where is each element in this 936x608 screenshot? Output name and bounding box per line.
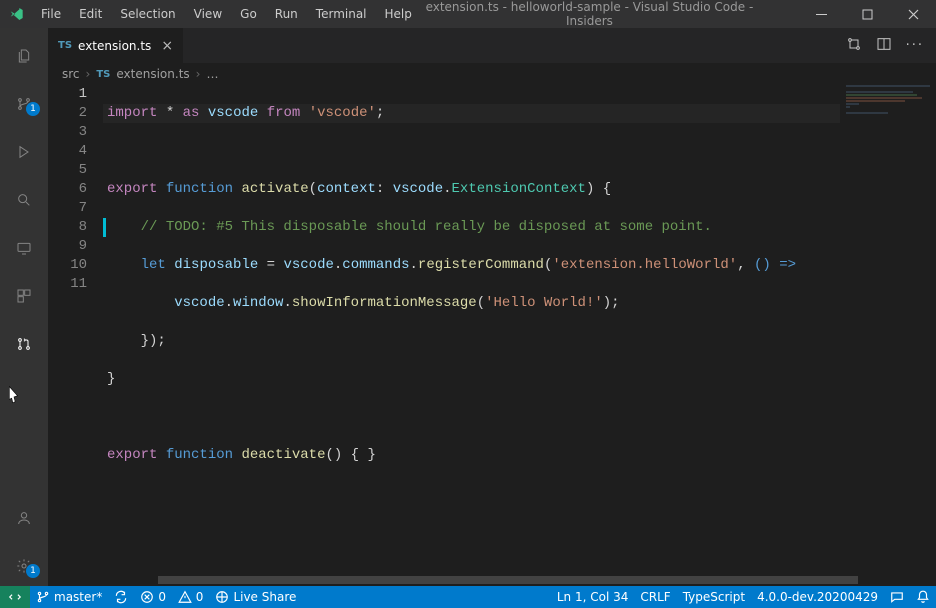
- code-line: });: [103, 332, 840, 351]
- scm-badge: 1: [26, 102, 40, 116]
- code-line: vscode.window.showInformationMessage('He…: [103, 294, 840, 313]
- line-number-gutter: 1 2 3 4 5 6 7 8 9 10 11: [48, 85, 103, 574]
- menu-run[interactable]: Run: [266, 0, 307, 28]
- git-sync-status[interactable]: [108, 586, 134, 608]
- extensions-tab[interactable]: [0, 268, 48, 316]
- top-menu: File Edit Selection View Go Run Terminal…: [32, 0, 421, 28]
- code-line: export function deactivate() { }: [103, 446, 840, 465]
- status-bar: master* 0 0 Live Share Ln 1, Col 34 CRLF…: [0, 586, 936, 608]
- editor-group: TS extension.ts × ··· src › TS extension…: [48, 28, 936, 586]
- pull-request-icon: [16, 332, 32, 348]
- menu-selection[interactable]: Selection: [111, 0, 184, 28]
- remote-icon: [16, 236, 32, 252]
- code-line: export function activate(context: vscode…: [103, 180, 840, 199]
- chevron-right-icon: ›: [86, 67, 91, 81]
- scrollbar-thumb[interactable]: [158, 576, 858, 584]
- window-title: extension.ts - helloworld-sample - Visua…: [421, 0, 798, 28]
- app-logo: [0, 6, 32, 22]
- run-debug-tab[interactable]: [0, 124, 48, 172]
- close-tab-icon[interactable]: ×: [161, 38, 173, 54]
- account-icon: [16, 506, 32, 522]
- code-line: // TODO: #5 This disposable should reall…: [103, 218, 840, 237]
- editor-actions: ···: [834, 28, 936, 63]
- extensions-icon: [16, 284, 32, 300]
- git-branch-status[interactable]: master*: [30, 586, 108, 608]
- breadcrumb-more[interactable]: …: [206, 67, 218, 81]
- menu-view[interactable]: View: [185, 0, 231, 28]
- menu-terminal[interactable]: Terminal: [307, 0, 376, 28]
- minimize-button[interactable]: [798, 0, 844, 28]
- language-mode-status[interactable]: TypeScript: [677, 586, 751, 608]
- code-editor[interactable]: 1 2 3 4 5 6 7 8 9 10 11 import * as vsco…: [48, 85, 936, 574]
- ts-file-icon: TS: [96, 69, 110, 80]
- split-editor-icon[interactable]: [876, 36, 892, 56]
- menu-file[interactable]: File: [32, 0, 70, 28]
- code-content[interactable]: import * as vscode from 'vscode'; export…: [103, 85, 840, 574]
- tabs-bar: TS extension.ts × ···: [48, 28, 936, 63]
- minimap[interactable]: [840, 85, 936, 574]
- tab-extension-ts[interactable]: TS extension.ts ×: [48, 28, 184, 63]
- chevron-right-icon: ›: [196, 67, 201, 81]
- problems-status[interactable]: 0 0: [134, 586, 209, 608]
- close-button[interactable]: [890, 0, 936, 28]
- search-tab[interactable]: [0, 172, 48, 220]
- menu-go[interactable]: Go: [231, 0, 266, 28]
- compare-icon[interactable]: [846, 36, 862, 56]
- scm-tab[interactable]: 1: [0, 76, 48, 124]
- settings-badge: 1: [26, 564, 40, 578]
- explorer-tab[interactable]: [0, 28, 48, 76]
- mouse-cursor: [0, 383, 28, 415]
- activity-bar: 1 1: [0, 28, 48, 586]
- window-controls: [798, 0, 936, 28]
- modified-indicator: [103, 218, 106, 237]
- code-line: }: [103, 370, 840, 389]
- search-icon: [16, 188, 32, 204]
- breadcrumbs[interactable]: src › TS extension.ts › …: [48, 63, 936, 85]
- menu-help[interactable]: Help: [376, 0, 421, 28]
- title-bar: File Edit Selection View Go Run Terminal…: [0, 0, 936, 28]
- code-line: let disposable = vscode.commands.registe…: [103, 256, 840, 275]
- code-line: [103, 142, 840, 161]
- eol-status[interactable]: CRLF: [634, 586, 676, 608]
- notifications-status[interactable]: [910, 586, 936, 608]
- play-bug-icon: [16, 140, 32, 156]
- account-tab[interactable]: [0, 490, 48, 538]
- ts-version-status[interactable]: 4.0.0-dev.20200429: [751, 586, 884, 608]
- pull-requests-tab[interactable]: [0, 316, 48, 364]
- feedback-status[interactable]: [884, 586, 910, 608]
- code-line: [103, 408, 840, 427]
- settings-tab[interactable]: 1: [0, 538, 48, 586]
- remote-indicator[interactable]: [0, 586, 30, 608]
- maximize-button[interactable]: [844, 0, 890, 28]
- breadcrumb-folder[interactable]: src: [62, 67, 80, 81]
- code-line: [103, 484, 840, 503]
- code-line: import * as vscode from 'vscode';: [103, 104, 840, 123]
- horizontal-scrollbar[interactable]: [48, 574, 936, 586]
- ts-file-icon: TS: [58, 40, 72, 51]
- tab-label: extension.ts: [78, 39, 151, 53]
- live-share-status[interactable]: Live Share: [209, 586, 302, 608]
- menu-edit[interactable]: Edit: [70, 0, 111, 28]
- remote-tab[interactable]: [0, 220, 48, 268]
- breadcrumb-file[interactable]: extension.ts: [116, 67, 189, 81]
- main-area: 1 1 TS extension.ts ×: [0, 28, 936, 586]
- cursor-position-status[interactable]: Ln 1, Col 34: [551, 586, 635, 608]
- files-icon: [16, 44, 32, 60]
- more-actions-icon[interactable]: ···: [906, 38, 924, 53]
